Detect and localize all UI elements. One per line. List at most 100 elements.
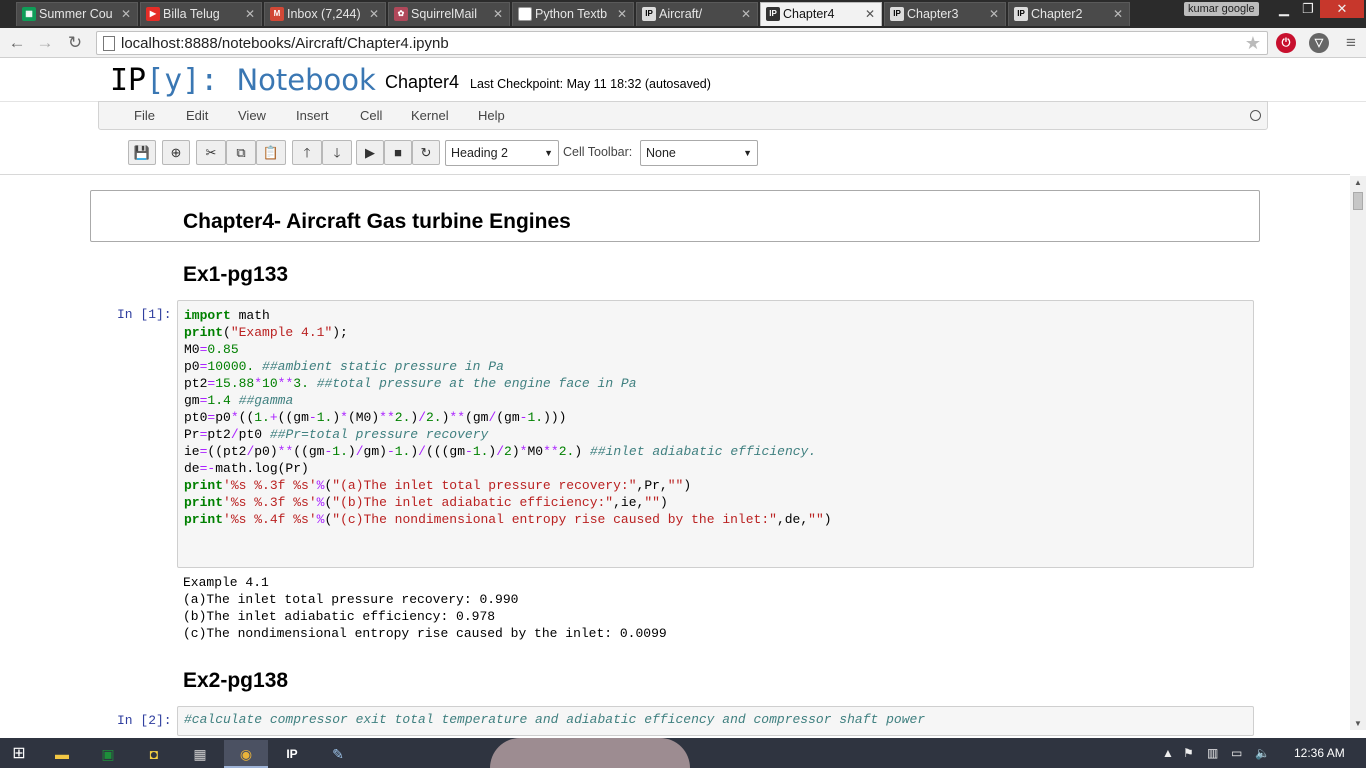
notebook-menubar: File Edit View Insert Cell Kernel Help — [98, 101, 1268, 130]
ipython-logo[interactable]: IP[y]: Notebook — [110, 63, 376, 98]
close-tab-icon[interactable]: ✕ — [245, 3, 255, 25]
notebook-name[interactable]: Chapter4 — [385, 72, 459, 93]
show-hidden-icons-icon[interactable]: ▲ — [1162, 746, 1174, 760]
forward-arrow-icon[interactable]: → — [34, 32, 56, 54]
scrollbar[interactable]: ▲ ▼ — [1350, 176, 1366, 730]
cell-toolbar-value: None — [646, 146, 676, 160]
minimize-icon[interactable]: ▁ — [1272, 0, 1296, 18]
vpn-shield-icon[interactable]: ▽ — [1309, 33, 1329, 53]
scroll-up-icon[interactable]: ▲ — [1354, 178, 1362, 187]
menu-insert[interactable]: Insert — [296, 108, 329, 123]
tab-label: Python Textb — [535, 7, 608, 21]
notebook-header: IP[y]: Notebook Chapter4 Last Checkpoint… — [0, 58, 1366, 102]
chapter-heading[interactable]: Chapter4- Aircraft Gas turbine Engines — [183, 210, 571, 234]
cell-type-value: Heading 2 — [451, 146, 508, 160]
menu-kernel[interactable]: Kernel — [411, 108, 449, 123]
volume-icon[interactable]: 🔈 — [1255, 746, 1270, 760]
scroll-down-icon[interactable]: ▼ — [1354, 719, 1362, 728]
move-cell-up-button[interactable]: 🡑 — [292, 140, 322, 165]
tab-squirrelmail[interactable]: ✿ SquirrelMail ✕ — [388, 2, 510, 26]
menu-cell[interactable]: Cell — [360, 108, 382, 123]
dropdown-arrow-icon: ▼ — [544, 148, 553, 158]
run-cell-button[interactable]: ▶ — [356, 140, 384, 165]
paste-cell-button[interactable]: 📋 — [256, 140, 286, 165]
squirrelmail-icon: ✿ — [394, 7, 408, 21]
interrupt-kernel-button[interactable]: ■ — [384, 140, 412, 165]
ipython-taskbar-icon[interactable]: IP — [270, 740, 314, 768]
chrome-icon[interactable]: ◉ — [224, 740, 268, 768]
menu-view[interactable]: View — [238, 108, 266, 123]
save-button[interactable]: 💾 — [128, 140, 156, 165]
media-player-icon[interactable]: ▦ — [178, 740, 222, 768]
tab-label: Chapter3 — [907, 7, 959, 21]
battery-icon[interactable]: ▭ — [1231, 746, 1242, 760]
tab-aircraft[interactable]: IP Aircraft/ ✕ — [636, 2, 758, 26]
cell1-prompt: In [1]: — [117, 307, 172, 322]
move-cell-down-button[interactable]: 🡓 — [322, 140, 352, 165]
ipython-icon: IP — [890, 7, 904, 21]
tab-python-textbook[interactable]: Python Textb ✕ — [512, 2, 634, 26]
network-icon[interactable]: ▥ — [1207, 746, 1218, 760]
ex1-heading[interactable]: Ex1-pg133 — [183, 263, 288, 287]
menu-file[interactable]: File — [134, 108, 155, 123]
menu-help[interactable]: Help — [478, 108, 505, 123]
close-tab-icon[interactable]: ✕ — [493, 3, 503, 25]
menu-icon[interactable]: ≡ — [1340, 32, 1362, 54]
tab-summer-course[interactable]: ▦ Summer Cou ✕ — [16, 2, 138, 26]
tab-chapter3[interactable]: IP Chapter3 ✕ — [884, 2, 1006, 26]
profile-button[interactable]: kumar google — [1184, 2, 1259, 16]
page-icon — [518, 7, 532, 21]
close-tab-icon[interactable]: ✕ — [121, 3, 131, 25]
close-tab-icon[interactable]: ✕ — [369, 3, 379, 25]
browser-tab-strip: ▦ Summer Cou ✕ ▶ Billa Telug ✕ M Inbox (… — [0, 0, 1366, 28]
cell-toolbar-select[interactable]: None ▼ — [640, 140, 758, 166]
paint-icon[interactable]: ✎ — [316, 740, 360, 768]
close-tab-icon[interactable]: ✕ — [1113, 3, 1123, 25]
tab-inbox[interactable]: M Inbox (7,244) ✕ — [264, 2, 386, 26]
page-icon — [103, 36, 115, 51]
tab-label: Chapter2 — [1031, 7, 1083, 21]
sticky-notes-icon[interactable]: ◘ — [132, 740, 176, 768]
file-explorer-icon[interactable]: ▬ — [40, 740, 84, 768]
close-window-icon[interactable]: ✕ — [1320, 0, 1364, 18]
output-line: Example 4.1 — [183, 575, 269, 590]
address-bar[interactable]: localhost:8888/notebooks/Aircraft/Chapte… — [96, 31, 1268, 55]
dropdown-arrow-icon: ▼ — [743, 148, 752, 158]
close-tab-icon[interactable]: ✕ — [617, 3, 627, 25]
back-arrow-icon[interactable]: ← — [6, 32, 28, 54]
close-tab-icon[interactable]: ✕ — [741, 3, 751, 25]
menu-edit[interactable]: Edit — [186, 108, 208, 123]
close-tab-icon[interactable]: ✕ — [989, 3, 999, 25]
tab-chapter4[interactable]: IP Chapter4 ✕ — [760, 2, 882, 26]
adblock-icon[interactable]: ⏻ — [1276, 33, 1296, 53]
ipython-icon: IP — [1014, 7, 1028, 21]
tab-chapter2[interactable]: IP Chapter2 ✕ — [1008, 2, 1130, 26]
ipython-icon: IP — [766, 7, 780, 21]
logo-ip: IP — [110, 63, 147, 98]
close-tab-icon[interactable]: ✕ — [865, 3, 875, 25]
flag-icon[interactable]: ⚑ — [1183, 746, 1194, 760]
tab-billa-telugu[interactable]: ▶ Billa Telug ✕ — [140, 2, 262, 26]
taskbar-clock[interactable]: 12:36 AM — [1294, 746, 1345, 760]
excel-icon[interactable]: ▣ — [86, 740, 130, 768]
tab-label: Aircraft/ — [659, 7, 703, 21]
cell-type-select[interactable]: Heading 2 ▼ — [445, 140, 559, 166]
browser-toolbar: ← → ↻ localhost:8888/notebooks/Aircraft/… — [0, 28, 1366, 58]
code-cell-2-source[interactable]: #calculate compressor exit total tempera… — [184, 712, 925, 727]
reload-icon[interactable]: ↻ — [64, 32, 86, 54]
insert-cell-below-button[interactable]: ⊕ — [162, 140, 190, 165]
tab-label: SquirrelMail — [411, 7, 477, 21]
ex2-heading[interactable]: Ex2-pg138 — [183, 669, 288, 693]
code-cell-1-source[interactable]: import math print("Example 4.1"); M0=0.8… — [184, 307, 832, 528]
cut-cell-button[interactable]: ✂ — [196, 140, 226, 165]
tab-label: Summer Cou — [39, 7, 113, 21]
restore-icon[interactable]: ❐ — [1296, 0, 1320, 18]
ipython-icon: IP — [642, 7, 656, 21]
kernel-idle-icon — [1250, 110, 1261, 121]
output-line: (b)The inlet adiabatic efficiency: 0.978 — [183, 609, 496, 624]
scrollbar-thumb[interactable] — [1353, 192, 1363, 210]
windows-start-icon[interactable]: ⊞ — [0, 740, 38, 768]
bookmark-star-icon[interactable]: ★ — [1245, 33, 1261, 54]
restart-kernel-button[interactable]: ↻ — [412, 140, 440, 165]
copy-cell-button[interactable]: ⧉ — [226, 140, 256, 165]
